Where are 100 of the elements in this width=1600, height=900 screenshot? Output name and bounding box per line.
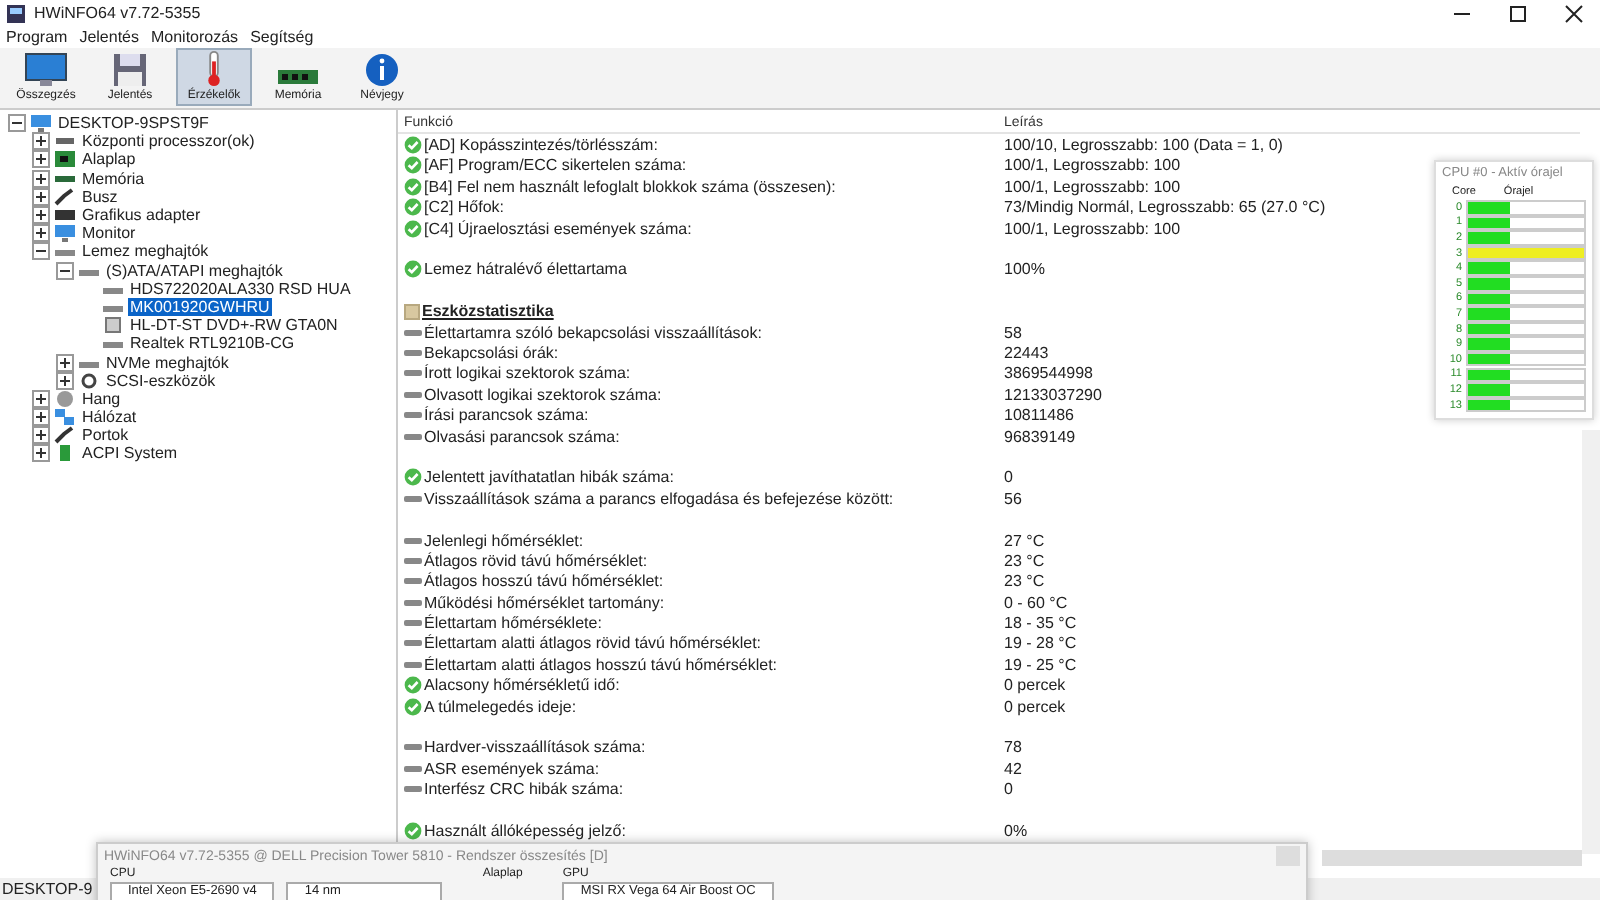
network-icon	[54, 408, 76, 427]
circuit-board-icon	[54, 150, 76, 169]
property-label: Használt állóképesség jelző:	[424, 821, 626, 840]
property-value: 0 percek	[1004, 676, 1066, 695]
tree-item[interactable]: Memória	[80, 169, 147, 188]
expand-icon[interactable]	[32, 150, 50, 169]
check-icon	[404, 136, 422, 155]
property-value: 3869544998	[1004, 364, 1093, 383]
tree-item[interactable]: Busz	[80, 187, 120, 206]
property-label: ASR események száma:	[424, 759, 600, 778]
property-value: 18 - 35 °C	[1004, 614, 1077, 633]
property-label: Élettartamra szóló bekapcsolási visszaállítások:	[424, 323, 762, 342]
memory-module-icon	[276, 68, 320, 88]
property-label: Jelentett javíthatatlan hibák száma:	[424, 468, 674, 487]
tree-item[interactable]: NVMe meghajtók	[104, 353, 231, 372]
graphics-card-icon	[54, 206, 76, 225]
monitor-icon	[24, 52, 68, 88]
check-icon	[404, 219, 422, 238]
check-icon	[404, 260, 422, 279]
property-label: Élettartam alatti átlagos rövid távú hőmérséklet:	[424, 634, 762, 653]
optical-drive-icon	[102, 316, 124, 335]
expand-icon[interactable]	[32, 444, 50, 463]
property-label: Alacsony hőmérsékletű idő:	[424, 676, 620, 695]
property-label: [AF] Program/ECC sikertelen száma:	[424, 156, 687, 175]
property-value: 12133037290	[1004, 385, 1102, 404]
maximize-icon[interactable]	[1508, 3, 1528, 23]
section-heading: Eszközstatisztika	[422, 302, 554, 321]
section-icon	[404, 303, 420, 320]
property-value: 0 percek	[1004, 697, 1066, 716]
property-label: [C2] Hőfok:	[424, 198, 505, 217]
tree-item[interactable]: HDS722020ALA330 RSD HUA	[128, 279, 353, 298]
property-value: 100/10, Legrosszabb: 100 (Data = 1, 0)	[1004, 136, 1283, 155]
tree-item[interactable]: Alaplap	[80, 150, 138, 169]
monitor-icon	[54, 224, 76, 243]
expand-icon[interactable]	[56, 371, 74, 390]
expand-icon[interactable]	[32, 426, 50, 445]
property-value: 19 - 25 °C	[1004, 655, 1077, 674]
collapse-icon[interactable]	[8, 114, 26, 133]
property-label: [C4] Újraelosztási események száma:	[424, 219, 692, 238]
property-label: [AD] Kopásszintezés/törlésszám:	[424, 136, 658, 155]
menu-item[interactable]: Program	[6, 28, 68, 46]
expand-icon[interactable]	[32, 408, 50, 427]
property-value: 42	[1004, 759, 1022, 778]
expand-icon[interactable]	[32, 132, 50, 151]
vertical-scrollbar[interactable]	[1582, 430, 1600, 854]
menu-item[interactable]: Jelentés	[79, 28, 139, 46]
tree-item[interactable]: SCSI-eszközök	[104, 371, 218, 390]
property-label: Jelenlegi hőmérséklet:	[424, 531, 584, 549]
tree-item[interactable]: HL-DT-ST DVD+-RW GTA0N	[128, 316, 340, 335]
tree-item[interactable]: Központi processzor(ok)	[80, 132, 257, 151]
property-value: 96839149	[1004, 427, 1076, 446]
tree-item[interactable]: (S)ATA/ATAPI meghajtók	[104, 261, 285, 280]
property-label: Élettartam alatti átlagos hosszú távú hőmérséklet:	[424, 655, 778, 674]
tree-item[interactable]: Portok	[80, 426, 131, 445]
drive-icon	[404, 493, 422, 504]
tree-item[interactable]: Hang	[80, 389, 123, 408]
expand-icon[interactable]	[32, 187, 50, 206]
tree-item[interactable]: ACPI System	[80, 444, 180, 463]
menu-item[interactable]: Monitorozás	[150, 28, 239, 46]
property-value: 23 °C	[1004, 572, 1045, 591]
expand-icon[interactable]	[32, 224, 50, 243]
property-value: 23 °C	[1004, 551, 1045, 570]
speaker-icon	[54, 389, 76, 408]
expand-icon[interactable]	[32, 206, 50, 225]
property-label: [B4] Fel nem használt lefoglalt blokkok száma (összesen):	[424, 177, 836, 196]
property-label: Hardver-visszaállítások száma:	[424, 738, 646, 757]
property-label: Írott logikai szektorok száma:	[424, 364, 631, 383]
property-value: 0	[1004, 780, 1013, 799]
property-label: A túlmelegedés ideje:	[424, 697, 577, 716]
property-label: Átlagos hosszú távú hőmérséklet:	[424, 572, 664, 591]
thermometer-icon	[202, 50, 226, 88]
expand-icon[interactable]	[32, 389, 50, 408]
tree-item[interactable]: Hálózat	[80, 408, 139, 427]
collapse-icon[interactable]	[32, 242, 50, 261]
tree-item[interactable]: Grafikus adapter	[80, 206, 203, 225]
tree-item[interactable]: Realtek RTL9210B-CG	[128, 334, 297, 353]
battery-icon	[54, 444, 76, 463]
property-value: 56	[1004, 489, 1022, 508]
property-label: Bekapcsolási órák:	[424, 343, 559, 362]
property-value: 22443	[1004, 343, 1049, 362]
tree-item[interactable]: Monitor	[80, 224, 138, 243]
property-label: Lemez hátralévő élettartama	[424, 260, 627, 279]
tree-item[interactable]: Lemez meghajtók	[80, 242, 211, 261]
connector-icon	[54, 187, 76, 206]
property-value: 73/Mindig Normál, Legrosszabb: 65 (27.0 °C)	[1004, 198, 1326, 217]
menu-item[interactable]: Segítség	[250, 28, 314, 46]
expand-icon[interactable]	[56, 353, 74, 372]
property-label: Olvasott logikai szektorok száma:	[424, 385, 662, 404]
expand-icon[interactable]	[32, 169, 50, 188]
connector-icon	[54, 426, 76, 445]
property-value: 100/1, Legrosszabb: 100	[1004, 156, 1181, 175]
property-label: Visszaállítások száma a parancs elfogadása és befejezése között:	[424, 489, 894, 508]
check-icon	[404, 468, 422, 487]
tree-item[interactable]: MK001920GWHRU	[128, 297, 272, 316]
horizontal-scrollbar[interactable]	[1322, 850, 1582, 866]
collapse-icon[interactable]	[56, 261, 74, 280]
property-label: Működési hőmérséklet tartomány:	[424, 593, 665, 612]
app-icon	[6, 3, 26, 23]
gear-icon	[78, 371, 100, 390]
tree-item[interactable]: DESKTOP-9SPST9F	[56, 114, 211, 133]
